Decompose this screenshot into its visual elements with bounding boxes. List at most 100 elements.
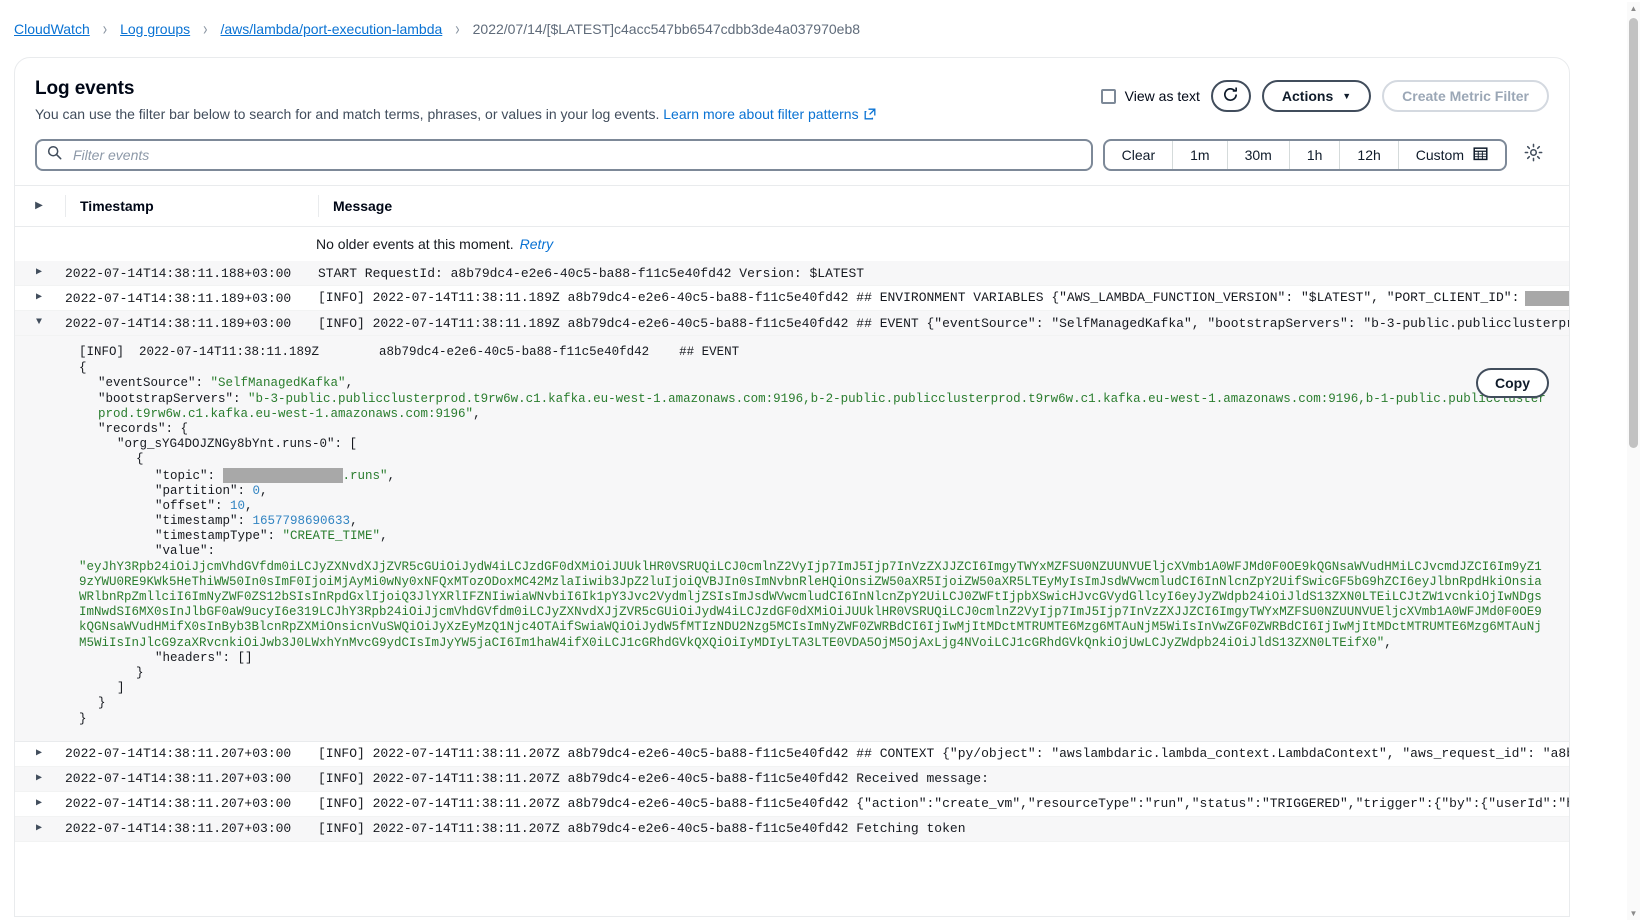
- refresh-button[interactable]: [1211, 80, 1251, 112]
- json-token: "partition":: [155, 484, 253, 498]
- json-line: "value":: [79, 544, 1549, 559]
- table-row[interactable]: ▶2022-07-14T14:38:11.189+03:00[INFO] 202…: [15, 286, 1569, 311]
- row-message: [INFO] 2022-07-14T11:38:11.207Z a8b79dc4…: [316, 771, 1569, 786]
- view-as-text-checkbox[interactable]: [1101, 89, 1116, 104]
- breadcrumb: CloudWatch › Log groups › /aws/lambda/po…: [0, 0, 1642, 57]
- row-message: START RequestId: a8b79dc4-e2e6-40c5-ba88…: [316, 266, 1569, 281]
- json-token: "offset":: [155, 499, 230, 513]
- json-line: }: [79, 696, 1549, 711]
- row-timestamp: 2022-07-14T14:38:11.207+03:00: [63, 796, 316, 811]
- chevron-right-icon: ▶: [36, 774, 42, 784]
- copy-button[interactable]: Copy: [1476, 368, 1549, 398]
- row-expand-toggle[interactable]: ▶: [15, 293, 63, 303]
- actions-button[interactable]: Actions ▼: [1262, 80, 1371, 112]
- table-row[interactable]: ▼2022-07-14T14:38:11.189+03:00[INFO] 202…: [15, 311, 1569, 336]
- table-row[interactable]: ▶ 2022-07-14T14:38:11.207+03:00[INFO] 202…: [15, 767, 1569, 792]
- row-timestamp: 2022-07-14T14:38:11.207+03:00: [63, 771, 316, 786]
- view-as-text-toggle[interactable]: View as text: [1101, 88, 1200, 104]
- scroll-down-icon[interactable]: ▼: [1627, 907, 1640, 920]
- breadcrumb-item-log-group[interactable]: /aws/lambda/port-execution-lambda: [221, 21, 443, 37]
- json-token: "SelfManagedKafka": [211, 376, 346, 390]
- time-range-1h[interactable]: 1h: [1290, 141, 1341, 169]
- search-icon: [47, 145, 62, 165]
- row-message: [INFO] 2022-07-14T11:38:11.207Z a8b79dc4…: [316, 796, 1569, 811]
- time-range-12h[interactable]: 12h: [1340, 141, 1398, 169]
- json-token: "headers": []: [155, 651, 253, 665]
- row-expand-toggle[interactable]: ▶: [15, 799, 63, 809]
- table-row[interactable]: ▶2022-07-14T14:38:11.207+03:00[INFO] 202…: [15, 742, 1569, 767]
- json-token: ]: [117, 681, 125, 695]
- time-range-custom-label: Custom: [1416, 147, 1464, 163]
- json-line: "records": {: [79, 422, 1549, 437]
- row-timestamp: 2022-07-14T14:38:11.207+03:00: [63, 821, 316, 836]
- chevron-right-icon: ▶: [35, 201, 43, 211]
- json-line: }: [79, 666, 1549, 681]
- json-token: {: [79, 361, 87, 375]
- table-row[interactable]: ▶2022-07-14T14:38:11.207+03:00[INFO] 202…: [15, 792, 1569, 817]
- chevron-down-icon: ▼: [1342, 92, 1351, 101]
- json-token: "org_sYG4DOJZNGy8bYnt.runs-0": [: [117, 437, 357, 451]
- row-expand-toggle[interactable]: ▶: [15, 774, 63, 784]
- column-header-message[interactable]: Message: [333, 198, 392, 214]
- json-token: "CREATE_TIME": [283, 529, 381, 543]
- page-description: You can use the filter bar below to sear…: [35, 104, 876, 125]
- expanded-event-detail: Copy[INFO] 2022-07-14T11:38:11.189Z a8b7…: [15, 336, 1569, 742]
- row-expand-toggle[interactable]: ▶: [15, 268, 63, 278]
- json-line: "timestampType": "CREATE_TIME",: [79, 529, 1549, 544]
- header-actions: View as text Actions ▼ Create Metric Fil…: [1101, 76, 1549, 112]
- row-expand-toggle[interactable]: ▶: [15, 824, 63, 834]
- page-scrollbar[interactable]: ▲ ▼: [1627, 2, 1640, 920]
- json-token: ,: [380, 529, 388, 543]
- expand-all-toggle[interactable]: ▶: [15, 201, 63, 211]
- json-token: ,: [260, 484, 268, 498]
- table-row[interactable]: ▶2022-07-14T14:38:11.188+03:00START Requ…: [15, 261, 1569, 286]
- row-expand-toggle[interactable]: ▼: [15, 318, 63, 328]
- json-token: ,: [1384, 636, 1392, 650]
- json-line: "timestamp": 1657798690633,: [79, 514, 1549, 529]
- json-line: }: [79, 712, 1549, 727]
- card-header: Log events You can use the filter bar be…: [15, 58, 1569, 139]
- time-range-custom[interactable]: Custom: [1399, 141, 1505, 169]
- time-range-1m[interactable]: 1m: [1173, 141, 1227, 169]
- notice-text: No older events at this moment.: [316, 236, 514, 252]
- search-input[interactable]: [71, 146, 1081, 164]
- json-token: 10: [230, 499, 245, 513]
- column-divider: [318, 195, 319, 217]
- row-timestamp: 2022-07-14T14:38:11.188+03:00: [63, 266, 316, 281]
- settings-button[interactable]: [1517, 139, 1549, 171]
- retry-link[interactable]: Retry: [520, 236, 553, 252]
- column-header-timestamp[interactable]: Timestamp: [80, 198, 154, 214]
- breadcrumb-separator-icon: ›: [455, 18, 459, 39]
- notice-message: No older events at this moment. Retry: [316, 236, 1569, 252]
- title-block: Log events You can use the filter bar be…: [35, 76, 876, 125]
- breadcrumb-item-log-groups[interactable]: Log groups: [120, 21, 190, 37]
- json-token: "eyJhY3Rpb24iOiJjcmVhdGVfdm0iLCJyZXNvdXJ…: [79, 560, 1542, 650]
- scroll-up-icon[interactable]: ▲: [1627, 2, 1640, 15]
- learn-more-link[interactable]: Learn more about filter patterns: [663, 106, 858, 122]
- json-token: 1657798690633: [253, 514, 351, 528]
- row-expand-toggle[interactable]: ▶: [15, 749, 63, 759]
- time-range-30m[interactable]: 30m: [1228, 141, 1290, 169]
- json-token: "eventSource":: [98, 376, 211, 390]
- chevron-right-icon: ▶: [36, 749, 42, 759]
- chevron-right-icon: ▶: [36, 293, 42, 303]
- external-link-icon: [864, 105, 876, 125]
- time-range-clear[interactable]: Clear: [1105, 141, 1173, 169]
- chevron-down-icon: ▼: [36, 318, 42, 328]
- json-line: "partition": 0,: [79, 484, 1549, 499]
- table-row[interactable]: ▶2022-07-14T14:38:11.207+03:00[INFO] 202…: [15, 817, 1569, 842]
- row-message: [INFO] 2022-07-14T11:38:11.189Z a8b79dc4…: [316, 316, 1569, 331]
- json-token: }: [136, 666, 144, 680]
- json-token: {: [136, 452, 144, 466]
- scrollbar-thumb[interactable]: [1629, 18, 1638, 448]
- breadcrumb-item-cloudwatch[interactable]: CloudWatch: [14, 21, 90, 37]
- calendar-icon: [1473, 146, 1488, 164]
- json-token: "records": {: [98, 422, 188, 436]
- table-header-row: ▶ Timestamp Message: [15, 185, 1569, 227]
- cloudwatch-log-events-page: CloudWatch › Log groups › /aws/lambda/po…: [0, 0, 1642, 922]
- create-metric-filter-button[interactable]: Create Metric Filter: [1382, 80, 1549, 112]
- json-line: "eventSource": "SelfManagedKafka",: [79, 376, 1549, 391]
- row-message: [INFO] 2022-07-14T11:38:11.189Z a8b79dc4…: [316, 290, 1569, 305]
- filter-events-field[interactable]: [35, 139, 1093, 171]
- json-token: }: [98, 696, 106, 710]
